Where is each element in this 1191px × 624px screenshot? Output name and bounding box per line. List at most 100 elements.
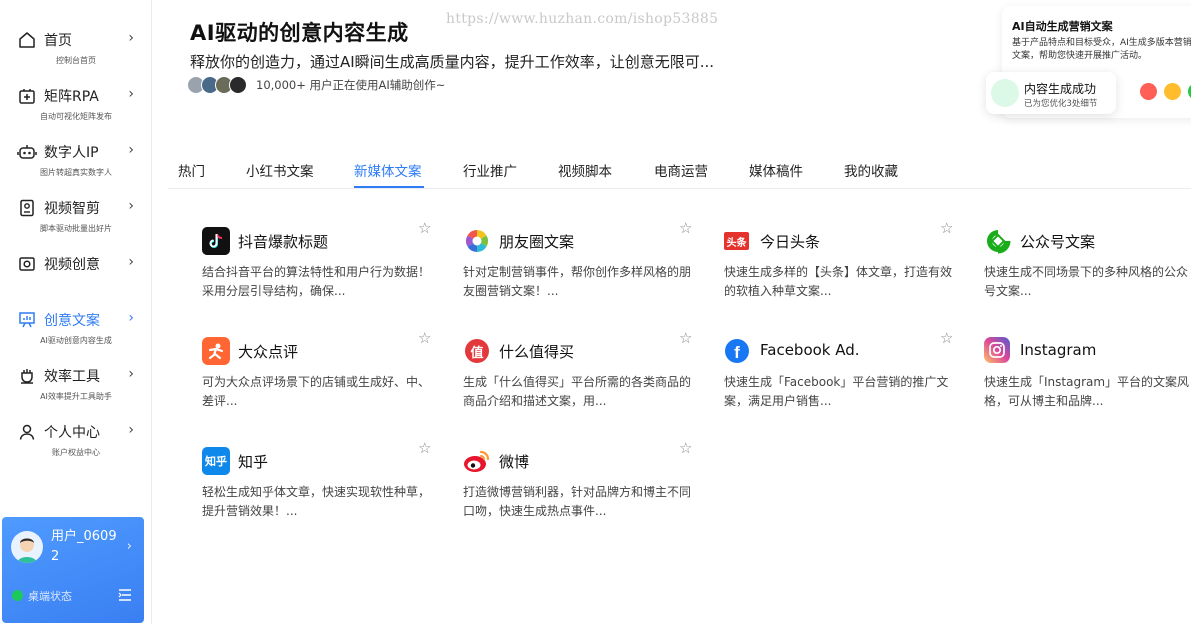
star-icon[interactable]: ☆ [940, 219, 953, 237]
success-toast: 内容生成成功 已为您优化3处细节 [986, 72, 1116, 114]
avatar [229, 76, 247, 94]
chevron-right-icon: › [128, 422, 134, 438]
sidebar-item-subtitle: AI效率提升工具助手 [40, 392, 112, 401]
video-edit-icon [17, 198, 37, 218]
card-title: 今日头条 [760, 233, 821, 251]
star-icon[interactable]: ☆ [418, 219, 431, 237]
card-smzdm[interactable]: 值 什么值得买 ☆ 生成「什么值得买」平台所需的各类商品的商品介绍和描述文案，用… [463, 329, 708, 437]
sidebar-item-efficiency-tools[interactable]: 效率工具 › AI效率提升工具助手 [0, 364, 152, 416]
card-facebook[interactable]: f Facebook Ad. ☆ 快速生成「Facebook」平台营销的推广文案… [724, 329, 969, 437]
card-toutiao[interactable]: 头条 今日头条 ☆ 快速生成多样的【头条】体文章，打造有效的软植入种草文案... [724, 219, 969, 327]
tab-xiaohongshu[interactable]: 小红书文案 [246, 160, 314, 180]
sidebar-item-label: 数字人IP [44, 145, 99, 161]
star-icon[interactable]: ☆ [679, 329, 692, 347]
card-title: 抖音爆款标题 [238, 233, 329, 251]
chevron-right-icon[interactable]: › [127, 539, 132, 554]
card-title: 微博 [499, 453, 530, 471]
user-name: 用户_06092 [51, 529, 117, 564]
sidebar-item-subtitle: 自动可视化矩阵发布 [40, 112, 112, 121]
menu-icon[interactable] [118, 587, 132, 601]
user-card[interactable]: 用户_06092 › 桌端状态 [2, 517, 144, 623]
category-tabs: 热门 小红书文案 新媒体文案 行业推广 视频脚本 电商运营 媒体稿件 我的收藏 [168, 150, 1191, 189]
card-description: 可为大众点评场景下的店铺或生成好、中、差评... [202, 375, 431, 408]
weibo-icon [463, 447, 491, 475]
chevron-right-icon: › [128, 310, 134, 326]
tab-media-article[interactable]: 媒体稿件 [749, 160, 803, 180]
card-description: 快速生成「Facebook」平台营销的推广文案，满足用户销售... [724, 375, 949, 408]
star-icon[interactable]: ☆ [418, 329, 431, 347]
sidebar-item-label: 矩阵RPA [44, 89, 99, 105]
yellow-dot [1164, 83, 1181, 100]
card-description: 快速生成「Instagram」平台的文案风格，可从博主和品牌... [984, 375, 1190, 408]
page-title: AI驱动的创意内容生成 [190, 21, 409, 45]
facebook-icon: f [725, 339, 749, 363]
watermark: https://www.huzhan.com/ishop53885 [446, 11, 719, 27]
card-title: 朋友圈文案 [499, 233, 575, 251]
tab-new-media[interactable]: 新媒体文案 [354, 160, 422, 180]
card-description: 结合抖音平台的算法特性和用户行为数据！采用分层引导结构，确保... [202, 265, 431, 298]
card-moments[interactable]: 朋友圈文案 ☆ 针对定制营销事件，帮你创作多样风格的朋友圈营销文案！... [463, 219, 708, 327]
sidebar: 首页 › 控制台首页 矩阵RPA › 自动可视化矩阵发布 数字人IP › 图片转… [0, 0, 152, 624]
sidebar-item-label: 视频创意 [44, 257, 100, 273]
sidebar-item-label: 创意文案 [44, 313, 100, 329]
feature-card-body: 基于产品特点和目标受众，AI生成多版本营销文案，帮助您快速开展推广活动。 [1012, 38, 1191, 61]
douyin-icon [202, 227, 230, 255]
star-icon[interactable]: ☆ [679, 439, 692, 457]
tab-industry[interactable]: 行业推广 [463, 160, 517, 180]
camera-icon [17, 254, 37, 274]
user-icon [17, 422, 37, 442]
card-dianping[interactable]: 大众点评 ☆ 可为大众点评场景下的店铺或生成好、中、差评... [202, 329, 447, 437]
tab-favorites[interactable]: 我的收藏 [844, 160, 898, 180]
star-icon[interactable]: ☆ [940, 329, 953, 347]
tab-hot[interactable]: 热门 [178, 160, 205, 180]
users-count: 10,000+ 用户正在使用AI辅助创作~ [256, 78, 446, 92]
card-title: 大众点评 [238, 343, 299, 361]
sidebar-item-personal-center[interactable]: 个人中心 › 账户权益中心 [0, 420, 152, 472]
sidebar-item-label: 效率工具 [44, 369, 100, 385]
feature-card-title: AI自动生成营销文案 [1012, 20, 1113, 33]
chevron-right-icon: › [128, 198, 134, 214]
card-description: 快速生成不同场景下的多种风格的公众号文案... [984, 265, 1189, 298]
card-title: 公众号文案 [1020, 233, 1096, 251]
sidebar-item-digital-human[interactable]: 数字人IP › 图片转超真实数字人 [0, 140, 152, 192]
tab-video-script[interactable]: 视频脚本 [558, 160, 612, 180]
card-description: 快速生成多样的【头条】体文章，打造有效的软植入种草文案... [724, 265, 953, 298]
card-title: Instagram [1020, 341, 1097, 359]
moments-icon [463, 227, 491, 255]
card-instagram[interactable]: Instagram 快速生成「Instagram」平台的文案风格，可从博主和品牌… [984, 337, 1191, 437]
chevron-right-icon: › [128, 30, 134, 46]
star-icon[interactable]: ☆ [418, 439, 431, 457]
card-description: 轻松生成知乎体文章，快速实现软性种草，提升营销效果！... [202, 485, 431, 518]
chevron-right-icon: › [128, 366, 134, 382]
sidebar-item-video-creative[interactable]: 视频创意 › [0, 252, 152, 304]
toutiao-icon: 头条 [724, 232, 749, 250]
dianping-icon [202, 337, 230, 365]
card-description: 生成「什么值得买」平台所需的各类商品的商品介绍和描述文案，用... [463, 375, 692, 408]
sidebar-item-subtitle: 账户权益中心 [52, 448, 100, 457]
robot-icon [17, 142, 37, 162]
rpa-icon [17, 86, 37, 106]
home-icon [17, 30, 37, 50]
success-icon [991, 79, 1019, 107]
card-douyin[interactable]: 抖音爆款标题 ☆ 结合抖音平台的算法特性和用户行为数据！采用分层引导结构，确保.… [202, 219, 447, 327]
tab-ecommerce[interactable]: 电商运营 [654, 160, 708, 180]
user-avatars [187, 76, 251, 94]
red-dot [1140, 83, 1157, 100]
tool-icon [17, 366, 37, 386]
star-icon[interactable]: ☆ [679, 219, 692, 237]
sidebar-item-home[interactable]: 首页 › 控制台首页 [0, 28, 152, 80]
sidebar-item-rpa[interactable]: 矩阵RPA › 自动可视化矩阵发布 [0, 84, 152, 136]
sidebar-item-video-edit[interactable]: 视频智剪 › 脚本驱动批量出好片 [0, 196, 152, 248]
sidebar-item-label: 首页 [44, 33, 72, 49]
card-title: 什么值得买 [499, 343, 575, 361]
card-description: 针对定制营销事件，帮你创作多样风格的朋友圈营销文案！... [463, 265, 692, 298]
card-wechat-official[interactable]: 公众号文案 快速生成不同场景下的多种风格的公众号文案... [984, 227, 1191, 327]
card-zhihu[interactable]: 知乎 知乎 ☆ 轻松生成知乎体文章，快速实现软性种草，提升营销效果！... [202, 439, 447, 547]
chevron-right-icon: › [128, 86, 134, 102]
sidebar-item-subtitle: 图片转超真实数字人 [40, 168, 112, 177]
sidebar-item-label: 视频智剪 [44, 201, 100, 217]
wechat-official-icon [984, 227, 1012, 255]
card-weibo[interactable]: 微博 ☆ 打造微博营销利器，针对品牌方和博主不同口吻，快速生成热点事件... [463, 439, 708, 547]
sidebar-item-creative-copy[interactable]: 创意文案 › AI驱动创意内容生成 [0, 308, 152, 360]
active-tab-indicator [354, 186, 424, 188]
